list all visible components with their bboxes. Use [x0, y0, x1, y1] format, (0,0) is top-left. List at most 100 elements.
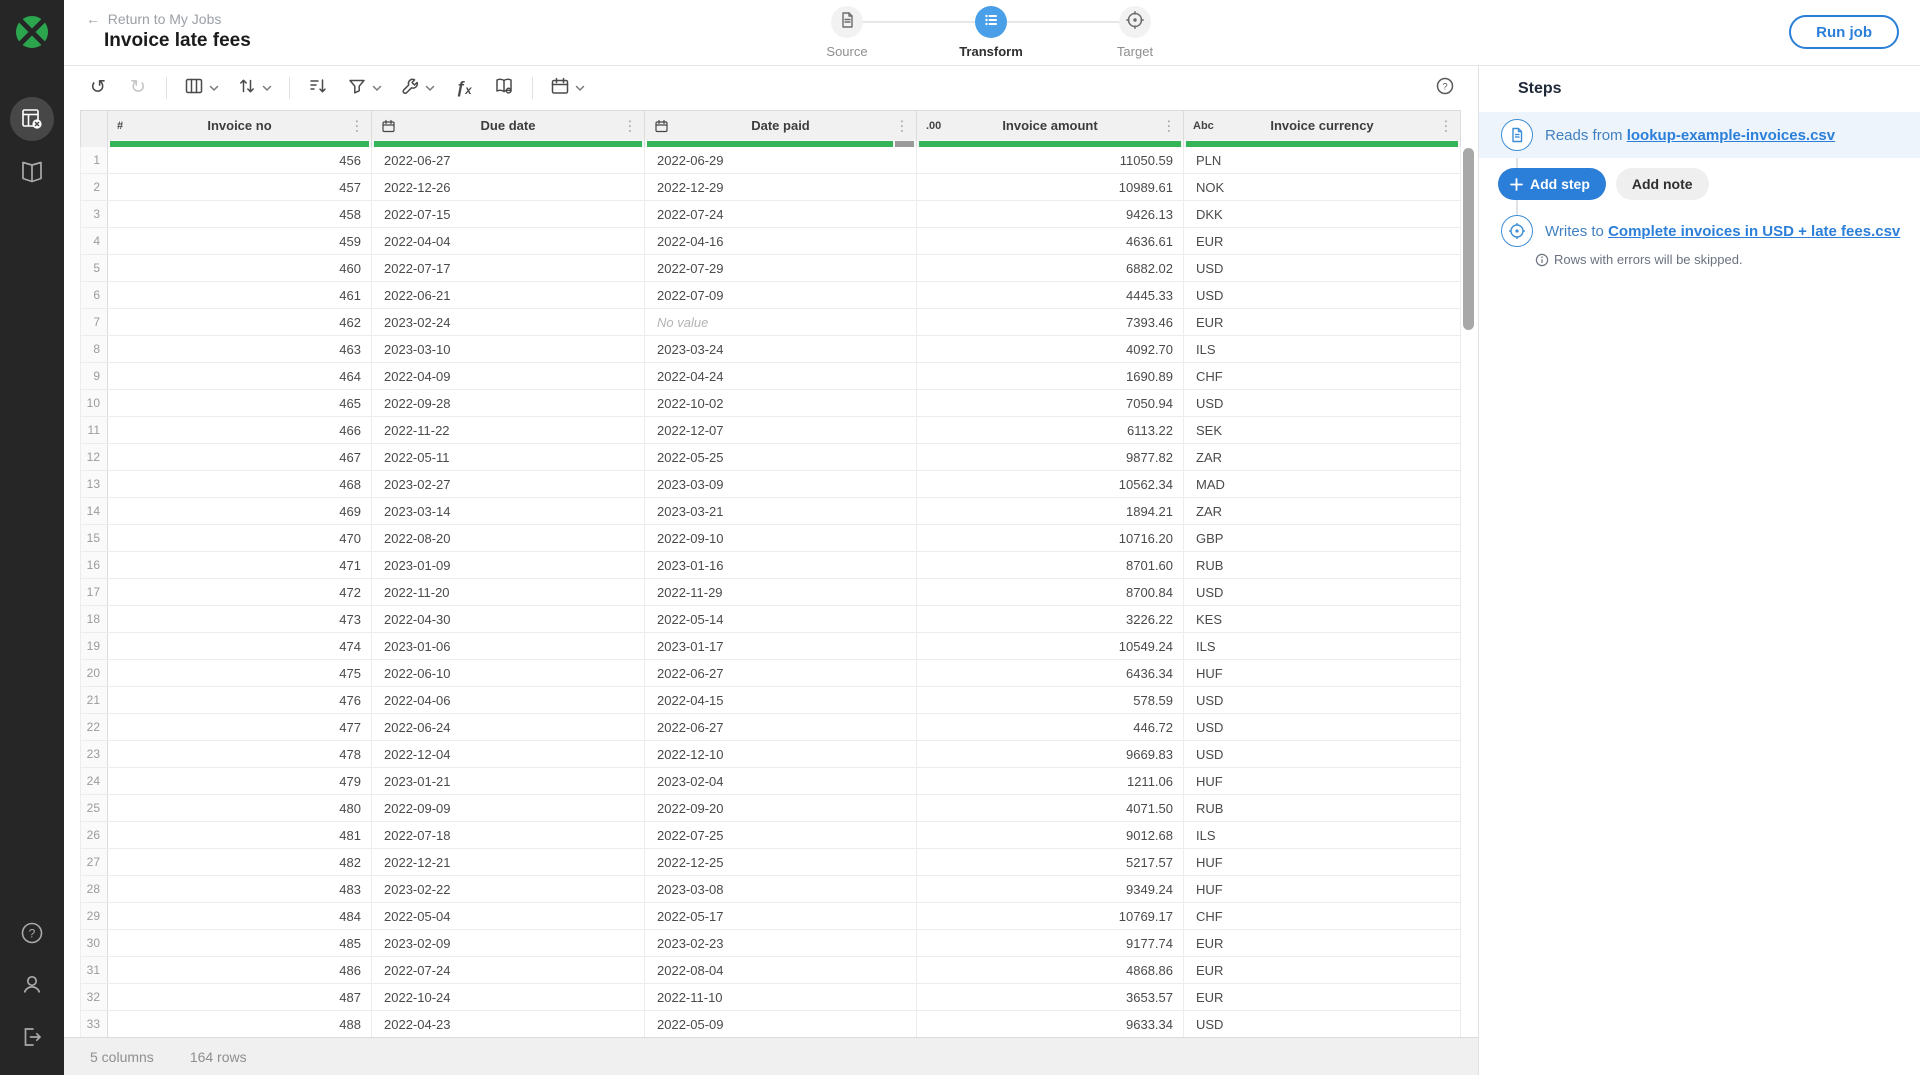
table-cell[interactable]: ILS [1184, 633, 1461, 659]
table-cell[interactable]: 2023-03-10 [372, 336, 645, 362]
table-cell[interactable]: 2022-09-28 [372, 390, 645, 416]
table-cell[interactable]: 1690.89 [917, 363, 1184, 389]
table-cell[interactable]: 474 [108, 633, 372, 659]
toolbar-undo-button[interactable]: ↺ [83, 73, 113, 103]
table-cell[interactable]: 2022-05-11 [372, 444, 645, 470]
table-cell[interactable]: 4636.61 [917, 228, 1184, 254]
table-row[interactable]: 114662022-11-222022-12-076113.22SEK [80, 417, 1461, 444]
table-row[interactable]: 64612022-06-212022-07-094445.33USD [80, 282, 1461, 309]
toolbar-formula-button[interactable]: ƒₓ [449, 73, 479, 103]
sidebar-item-docs[interactable] [0, 160, 64, 184]
table-cell[interactable]: 457 [108, 174, 372, 200]
table-cell[interactable]: HUF [1184, 660, 1461, 686]
table-cell[interactable]: 463 [108, 336, 372, 362]
table-cell[interactable]: CHF [1184, 903, 1461, 929]
column-menu-button[interactable]: ⋮ [891, 117, 913, 134]
table-cell[interactable]: 459 [108, 228, 372, 254]
table-cell[interactable]: 460 [108, 255, 372, 281]
table-cell[interactable]: 2023-03-24 [645, 336, 917, 362]
table-cell[interactable]: No value [645, 309, 917, 335]
table-cell[interactable]: 480 [108, 795, 372, 821]
toolbar-help-button[interactable]: ? [1432, 75, 1458, 101]
table-cell[interactable]: 9669.83 [917, 741, 1184, 767]
table-cell[interactable]: 2022-08-20 [372, 525, 645, 551]
column-menu-button[interactable]: ⋮ [1158, 117, 1180, 134]
table-cell[interactable]: USD [1184, 390, 1461, 416]
table-cell[interactable]: 479 [108, 768, 372, 794]
table-row[interactable]: 34582022-07-152022-07-249426.13DKK [80, 201, 1461, 228]
toolbar-sort-button[interactable] [233, 73, 276, 103]
table-cell[interactable]: USD [1184, 255, 1461, 281]
table-row[interactable]: 204752022-06-102022-06-276436.34HUF [80, 660, 1461, 687]
table-cell[interactable]: 2022-06-27 [645, 660, 917, 686]
table-cell[interactable]: 2023-02-27 [372, 471, 645, 497]
table-cell[interactable]: 2023-03-09 [645, 471, 917, 497]
table-cell[interactable]: 475 [108, 660, 372, 686]
table-cell[interactable]: USD [1184, 741, 1461, 767]
table-cell[interactable]: EUR [1184, 930, 1461, 956]
reads-from-file-link[interactable]: lookup-example-invoices.csv [1627, 127, 1835, 144]
table-cell[interactable]: RUB [1184, 795, 1461, 821]
sidebar-item-help[interactable]: ? [0, 920, 64, 946]
table-cell[interactable]: 11050.59 [917, 147, 1184, 173]
table-cell[interactable]: MAD [1184, 471, 1461, 497]
writes-to-file-link[interactable]: Complete invoices in USD + late fees.csv [1608, 223, 1900, 240]
table-cell[interactable]: 2022-12-29 [645, 174, 917, 200]
table-cell[interactable]: USD [1184, 687, 1461, 713]
table-cell[interactable]: 2022-06-10 [372, 660, 645, 686]
stepper-step-transform[interactable]: Transform [975, 6, 1007, 38]
table-cell[interactable]: 2022-12-10 [645, 741, 917, 767]
table-cell[interactable]: 487 [108, 984, 372, 1010]
table-row[interactable]: 174722022-11-202022-11-298700.84USD [80, 579, 1461, 606]
sidebar-item-account[interactable] [0, 972, 64, 998]
table-cell[interactable]: 468 [108, 471, 372, 497]
add-step-button[interactable]: Add step [1498, 168, 1606, 200]
table-cell[interactable]: 469 [108, 498, 372, 524]
table-cell[interactable]: 2022-11-10 [645, 984, 917, 1010]
table-cell[interactable]: 10989.61 [917, 174, 1184, 200]
table-cell[interactable]: 467 [108, 444, 372, 470]
table-cell[interactable]: 473 [108, 606, 372, 632]
table-cell[interactable]: 2023-03-08 [645, 876, 917, 902]
reads-from-step[interactable]: Reads from lookup-example-invoices.csv [1479, 112, 1920, 158]
table-cell[interactable]: 10549.24 [917, 633, 1184, 659]
table-cell[interactable]: 464 [108, 363, 372, 389]
table-cell[interactable]: 2023-01-17 [645, 633, 917, 659]
toolbar-columns-button[interactable] [180, 73, 223, 103]
table-cell[interactable]: 9012.68 [917, 822, 1184, 848]
table-cell[interactable]: 2022-07-18 [372, 822, 645, 848]
table-row[interactable]: 224772022-06-242022-06-27446.72USD [80, 714, 1461, 741]
table-cell[interactable]: 2023-02-09 [372, 930, 645, 956]
column-menu-button[interactable]: ⋮ [1435, 117, 1457, 134]
table-cell[interactable]: 2022-06-21 [372, 282, 645, 308]
table-cell[interactable]: EUR [1184, 984, 1461, 1010]
vertical-scrollbar[interactable] [1463, 148, 1474, 330]
table-cell[interactable]: 2022-10-24 [372, 984, 645, 1010]
table-cell[interactable]: GBP [1184, 525, 1461, 551]
table-cell[interactable]: 10769.17 [917, 903, 1184, 929]
table-cell[interactable]: 6882.02 [917, 255, 1184, 281]
table-row[interactable]: 244792023-01-212023-02-041211.06HUF [80, 768, 1461, 795]
table-cell[interactable]: 2022-05-14 [645, 606, 917, 632]
table-cell[interactable]: ILS [1184, 336, 1461, 362]
table-row[interactable]: 274822022-12-212022-12-255217.57HUF [80, 849, 1461, 876]
table-cell[interactable]: EUR [1184, 228, 1461, 254]
table-cell[interactable]: 2022-11-20 [372, 579, 645, 605]
table-cell[interactable]: 2022-07-09 [645, 282, 917, 308]
table-cell[interactable]: 2022-04-04 [372, 228, 645, 254]
table-row[interactable]: 24572022-12-262022-12-2910989.61NOK [80, 174, 1461, 201]
table-cell[interactable]: 462 [108, 309, 372, 335]
table-cell[interactable]: 9426.13 [917, 201, 1184, 227]
table-cell[interactable]: 2022-06-24 [372, 714, 645, 740]
table-cell[interactable]: KES [1184, 606, 1461, 632]
toolbar-filter-button[interactable] [343, 73, 386, 103]
table-cell[interactable]: ZAR [1184, 444, 1461, 470]
table-cell[interactable]: 2023-03-21 [645, 498, 917, 524]
table-row[interactable]: 254802022-09-092022-09-204071.50RUB [80, 795, 1461, 822]
table-cell[interactable]: 10562.34 [917, 471, 1184, 497]
column-header-invoice-no[interactable]: #Invoice no ⋮ [108, 111, 372, 140]
table-cell[interactable]: 2022-05-09 [645, 1011, 917, 1037]
table-row[interactable]: 54602022-07-172022-07-296882.02USD [80, 255, 1461, 282]
sidebar-item-workbook[interactable] [0, 97, 64, 141]
table-cell[interactable]: 2022-06-29 [645, 147, 917, 173]
